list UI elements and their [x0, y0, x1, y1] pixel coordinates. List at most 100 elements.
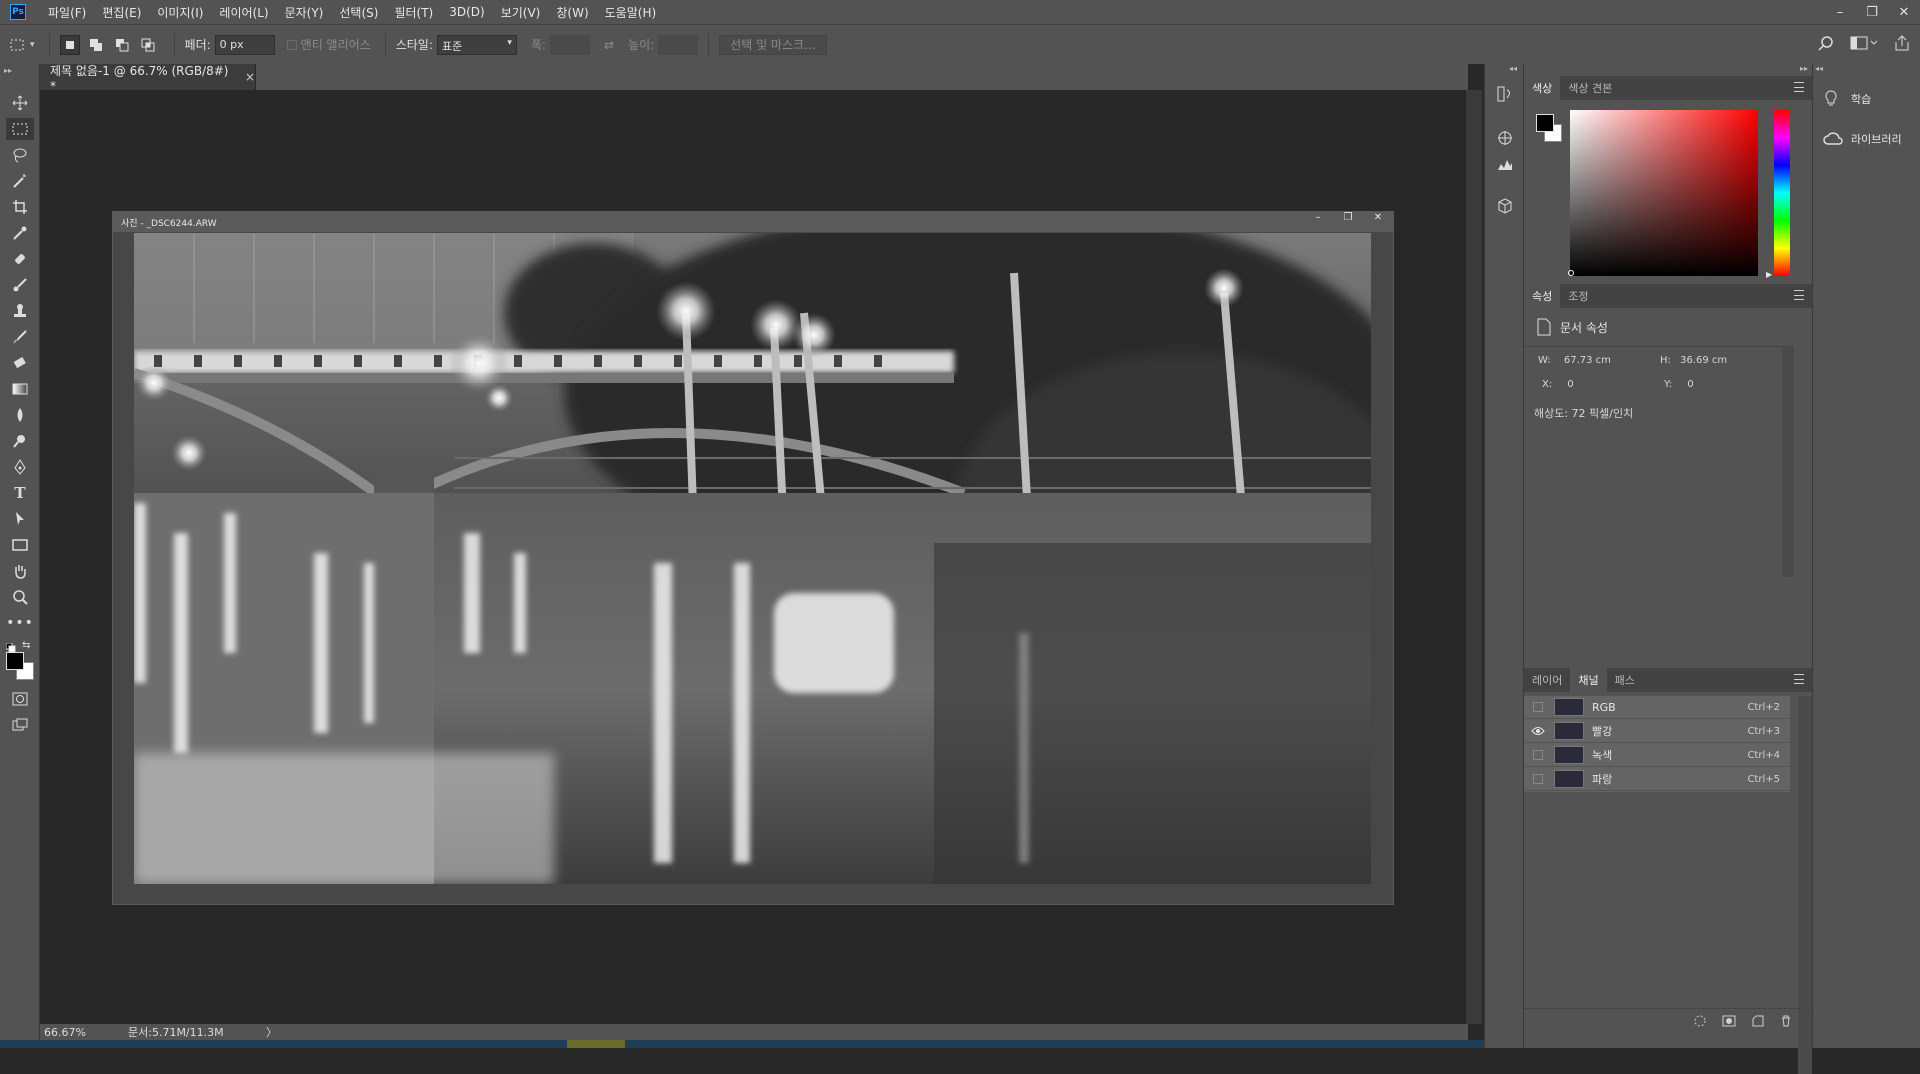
- foreground-color-swatch[interactable]: [6, 652, 24, 670]
- 3d-panel-icon[interactable]: [1497, 198, 1513, 217]
- doc-minimize-button[interactable]: –: [1303, 212, 1333, 232]
- collapse-icon[interactable]: ◂◂: [1509, 64, 1517, 73]
- tab-swatches[interactable]: 색상 견본: [1560, 76, 1620, 100]
- path-selection-tool-icon[interactable]: [6, 508, 34, 530]
- navigator-panel-icon[interactable]: [1497, 130, 1513, 149]
- blur-tool-icon[interactable]: [6, 404, 34, 426]
- panel-menu-icon[interactable]: [1794, 290, 1804, 300]
- minimize-button[interactable]: –: [1824, 0, 1856, 24]
- stamp-tool-icon[interactable]: [6, 300, 34, 322]
- canvas-scrollbar[interactable]: [1466, 90, 1482, 1024]
- photo-canvas[interactable]: [134, 233, 1371, 884]
- width-input[interactable]: [549, 34, 590, 55]
- search-icon[interactable]: [1818, 35, 1834, 51]
- trash-icon[interactable]: [1780, 1015, 1792, 1027]
- add-selection-button[interactable]: [86, 35, 106, 55]
- crop-tool-icon[interactable]: [6, 196, 34, 218]
- marquee-preset-icon[interactable]: [8, 37, 30, 53]
- gradient-tool-icon[interactable]: [6, 378, 34, 400]
- color-picker-field[interactable]: [1570, 110, 1758, 276]
- screen-mode-icon[interactable]: [6, 714, 34, 736]
- new-selection-button[interactable]: [59, 34, 80, 55]
- collapse-icon[interactable]: ▸▸: [4, 66, 12, 75]
- learn-panel-button[interactable]: 학습: [1813, 84, 1920, 114]
- select-and-mask-button[interactable]: 선택 및 마스크...: [719, 34, 827, 55]
- menu-3d[interactable]: 3D(D): [441, 5, 492, 19]
- document-tab[interactable]: 제목 없음-1 @ 66.7% (RGB/8#) * ×: [40, 64, 256, 93]
- tab-layers[interactable]: 레이어: [1524, 668, 1570, 692]
- hue-slider[interactable]: [1774, 110, 1790, 276]
- antialias-checkbox[interactable]: [286, 39, 297, 50]
- eyedropper-tool-icon[interactable]: [6, 222, 34, 244]
- document-window-titlebar[interactable]: 사진 - _DSC6244.ARW – ❐ ✕: [113, 212, 1393, 232]
- intersect-selection-button[interactable]: [138, 35, 158, 55]
- type-tool-icon[interactable]: T: [6, 482, 34, 504]
- color-picker-cursor[interactable]: [1568, 270, 1574, 276]
- swap-icon[interactable]: ⇄: [604, 38, 614, 52]
- w-value[interactable]: 67.73 cm: [1564, 355, 1611, 366]
- menu-file[interactable]: 파일(F): [40, 4, 94, 21]
- tab-color[interactable]: 색상: [1524, 76, 1561, 100]
- y-value[interactable]: 0: [1687, 379, 1693, 390]
- doc-restore-button[interactable]: ❐: [1333, 212, 1363, 232]
- panel-menu-icon[interactable]: [1794, 82, 1804, 92]
- collapse-icon[interactable]: ◂◂: [1815, 64, 1823, 73]
- marquee-tool-icon[interactable]: [6, 118, 34, 140]
- workspace-icon[interactable]: [1850, 35, 1878, 51]
- brush-tool-icon[interactable]: [6, 274, 34, 296]
- feather-input[interactable]: 0 px: [214, 34, 275, 55]
- menu-edit[interactable]: 편집(E): [94, 4, 149, 21]
- menu-select[interactable]: 선택(S): [331, 4, 386, 21]
- tab-channels[interactable]: 채널: [1570, 668, 1607, 692]
- panel-menu-icon[interactable]: [1794, 674, 1804, 684]
- save-selection-icon[interactable]: [1722, 1015, 1736, 1027]
- doc-close-button[interactable]: ✕: [1363, 212, 1393, 232]
- magic-wand-tool-icon[interactable]: [6, 170, 34, 192]
- color-panel-foreground-swatch[interactable]: [1536, 114, 1554, 132]
- lasso-tool-icon[interactable]: [6, 144, 34, 166]
- hand-tool-icon[interactable]: [6, 560, 34, 582]
- tab-paths[interactable]: 패스: [1607, 668, 1643, 692]
- subtract-selection-button[interactable]: [112, 35, 132, 55]
- properties-scrollbar[interactable]: [1782, 347, 1794, 577]
- menu-help[interactable]: 도움말(H): [597, 4, 665, 21]
- tab-properties[interactable]: 속성: [1524, 284, 1561, 308]
- height-input[interactable]: [658, 34, 699, 55]
- taskbar-active-item[interactable]: [567, 1040, 625, 1048]
- history-panel-icon[interactable]: [1497, 86, 1513, 105]
- pen-tool-icon[interactable]: [6, 456, 34, 478]
- history-brush-tool-icon[interactable]: [6, 326, 34, 348]
- x-value[interactable]: 0: [1567, 379, 1573, 390]
- zoom-level[interactable]: 66.67%: [44, 1026, 104, 1039]
- menu-image[interactable]: 이미지(I): [149, 4, 211, 21]
- rectangle-tool-icon[interactable]: [6, 534, 34, 556]
- expand-icon[interactable]: ▸▸: [1800, 64, 1808, 73]
- menu-type[interactable]: 문자(Y): [277, 4, 332, 21]
- style-select[interactable]: 표준 ▾: [436, 34, 517, 55]
- h-value[interactable]: 36.69 cm: [1680, 355, 1727, 366]
- healing-brush-tool-icon[interactable]: [6, 248, 34, 270]
- tab-adjustments[interactable]: 조정: [1560, 284, 1596, 308]
- more-tools-icon[interactable]: •••: [6, 612, 34, 634]
- close-button[interactable]: ✕: [1888, 0, 1920, 24]
- dodge-tool-icon[interactable]: [6, 430, 34, 452]
- restore-button[interactable]: ❐: [1856, 0, 1888, 24]
- status-menu-arrow[interactable]: 〉: [266, 1024, 277, 1040]
- quick-mask-icon[interactable]: [6, 688, 34, 710]
- tab-close-button[interactable]: ×: [245, 70, 255, 84]
- load-selection-icon[interactable]: [1694, 1015, 1706, 1027]
- menu-window[interactable]: 창(W): [548, 4, 596, 21]
- menu-layer[interactable]: 레이어(L): [211, 4, 276, 21]
- zoom-tool-icon[interactable]: [6, 586, 34, 608]
- libraries-panel-button[interactable]: 라이브러리: [1813, 124, 1920, 154]
- chevron-down-icon[interactable]: ▾: [30, 40, 35, 50]
- new-channel-icon[interactable]: [1752, 1015, 1764, 1027]
- histogram-panel-icon[interactable]: [1497, 156, 1513, 175]
- move-tool-icon[interactable]: [6, 92, 34, 114]
- share-icon[interactable]: [1894, 35, 1910, 51]
- menu-filter[interactable]: 필터(T): [386, 4, 441, 21]
- menu-view[interactable]: 보기(V): [493, 4, 549, 21]
- hue-slider-marker[interactable]: ▶: [1766, 270, 1772, 279]
- eraser-tool-icon[interactable]: [6, 352, 34, 374]
- swap-colors-icon[interactable]: ⇆: [22, 640, 30, 651]
